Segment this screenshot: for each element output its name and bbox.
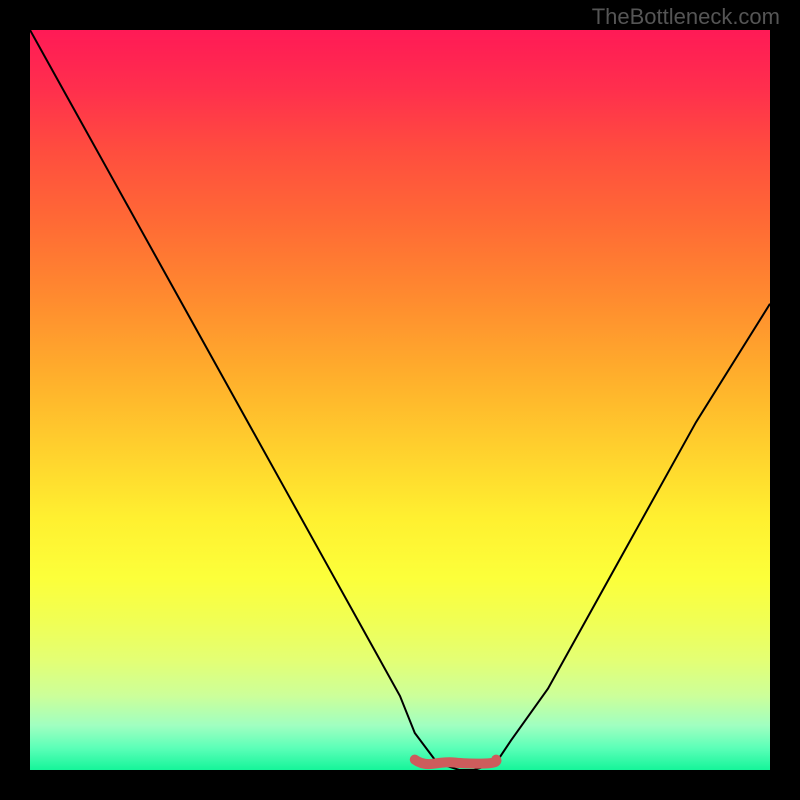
chart-svg <box>30 30 770 770</box>
bottleneck-curve-line <box>30 30 770 770</box>
optimal-range-highlight <box>415 760 497 765</box>
plot-area <box>30 30 770 770</box>
watermark-text: TheBottleneck.com <box>592 4 780 30</box>
